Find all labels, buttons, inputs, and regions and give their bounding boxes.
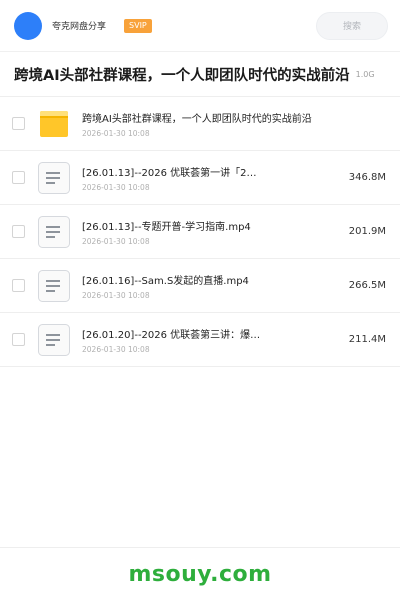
file-date: 2026-01-30 10:08 [82, 345, 150, 354]
site-watermark: msouy.com [128, 561, 272, 587]
share-title: 跨境AI头部社群课程，一个人即团队时代的实战前沿 [14, 68, 350, 84]
list-item[interactable]: 跨境AI头部社群课程，一个人即团队时代的实战前沿 2026-01-30 10:0… [0, 97, 400, 151]
list-item[interactable]: [26.01.13]--2026 优联荟第一讲「2… 2026-01-30 10… [0, 151, 400, 205]
document-icon [38, 270, 70, 302]
avatar[interactable] [14, 11, 42, 40]
document-icon [38, 216, 70, 248]
file-size: 201.9M [348, 226, 386, 237]
list-item[interactable]: [26.01.16]--Sam.S发起的直播.mp4 2026-01-30 10… [0, 259, 400, 313]
item-checkbox[interactable] [12, 225, 25, 238]
file-size: 211.4M [348, 334, 386, 345]
item-checkbox[interactable] [12, 279, 25, 292]
sharer-name: 夸克网盘分享 [52, 22, 107, 32]
file-name: [26.01.16]--Sam.S发起的直播.mp4 [82, 276, 249, 287]
file-list: 跨境AI头部社群课程，一个人即团队时代的实战前沿 2026-01-30 10:0… [0, 97, 400, 367]
total-size: 1.0G [355, 70, 375, 79]
item-checkbox[interactable] [12, 117, 25, 130]
share-title-row: 跨境AI头部社群课程，一个人即团队时代的实战前沿 1.0G [0, 53, 400, 97]
file-date: 2026-01-30 10:08 [82, 129, 150, 138]
list-item[interactable]: [26.01.20]--2026 优联荟第三讲：爆… 2026-01-30 10… [0, 313, 400, 367]
list-item[interactable]: [26.01.13]--专题开普-学习指南.mp4 2026-01-30 10:… [0, 205, 400, 259]
file-name: [26.01.20]--2026 优联荟第三讲：爆… [82, 330, 261, 341]
file-name: [26.01.13]--专题开普-学习指南.mp4 [82, 222, 251, 233]
file-name: 跨境AI头部社群课程，一个人即团队时代的实战前沿 [82, 114, 312, 125]
file-name: [26.01.13]--2026 优联荟第一讲「2… [82, 168, 257, 179]
item-checkbox[interactable] [12, 333, 25, 346]
file-date: 2026-01-30 10:08 [82, 237, 150, 246]
folder-icon [40, 111, 68, 137]
svip-badge: SVIP [124, 18, 152, 33]
search-placeholder: 搜索 [342, 22, 361, 32]
file-date: 2026-01-30 10:08 [82, 291, 150, 300]
file-size: 266.5M [348, 280, 386, 291]
header-bar: 夸克网盘分享 SVIP 搜索 [0, 0, 400, 52]
document-icon [38, 324, 70, 356]
search-input[interactable]: 搜索 [316, 11, 388, 40]
file-size: 346.8M [348, 172, 386, 183]
file-date: 2026-01-30 10:08 [82, 183, 150, 192]
footer-bar: msouy.com [0, 547, 400, 600]
share-page: 夸克网盘分享 SVIP 搜索 跨境AI头部社群课程，一个人即团队时代的实战前沿 … [0, 0, 400, 600]
document-icon [38, 162, 70, 194]
item-checkbox[interactable] [12, 171, 25, 184]
